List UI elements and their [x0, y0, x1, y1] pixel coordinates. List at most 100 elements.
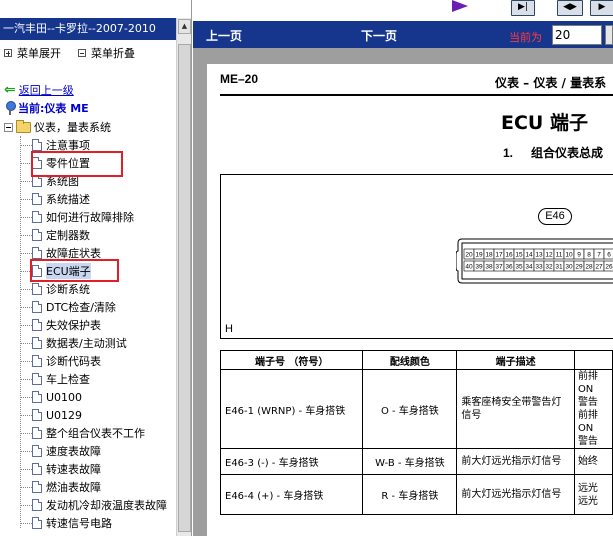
tree-item[interactable]: 车上检查: [20, 370, 90, 388]
first-page-icon[interactable]: ▶|: [511, 0, 535, 16]
section-title: 组合仪表总成: [531, 146, 604, 160]
connector-pin-label: 35: [515, 264, 523, 271]
tree-item-label: 系统描述: [46, 193, 90, 206]
tree-item-label: 转速信号电路: [46, 517, 112, 530]
next-page-button[interactable]: 下一页: [361, 27, 397, 44]
connector-pin-label: 40: [465, 264, 473, 271]
current-page-label: 当前为: [509, 31, 542, 44]
flag-icon[interactable]: [452, 0, 468, 12]
tree-item[interactable]: 失效保护表: [20, 316, 101, 334]
viewer-margin-left: [193, 48, 207, 536]
tree-item[interactable]: 系统描述: [20, 190, 90, 208]
tree-branch-line: [20, 198, 32, 200]
table-row: E46-3 (-) - 车身搭铁 W-B - 车身搭铁 前大灯远光指示灯信号 始终: [219, 448, 613, 475]
document-icon: [32, 355, 42, 367]
connector-pin-label: 38: [485, 264, 493, 271]
left-nav-pane: 一汽丰田--卡罗拉--2007-2010 菜单展开 菜单折叠 ⇐ 返回上一级 当…: [0, 0, 192, 536]
connector-pin-label: 33: [535, 264, 543, 271]
tree-item-label: 车上检查: [46, 373, 90, 386]
connector-pin-label: 20: [465, 252, 473, 259]
document-icon: [32, 319, 42, 331]
col-header-description: 端子描述: [456, 350, 575, 370]
tree-item[interactable]: 燃油表故障: [20, 478, 101, 496]
connector-pin-label: 34: [525, 264, 533, 271]
connector-pin-label: 36: [505, 264, 513, 271]
tree-branch-line: [20, 288, 32, 290]
table-header-row: 端子号 （符号） 配线颜色 端子描述: [219, 350, 613, 370]
connector-pin-label: 10: [565, 252, 573, 259]
scrollbar-thumb[interactable]: [178, 44, 191, 532]
tree-item[interactable]: 诊断代码表: [20, 352, 101, 370]
highlight-box-parts-location: [31, 151, 123, 177]
connector-label: E46: [538, 208, 572, 225]
prev-page-button[interactable]: 上一页: [206, 27, 242, 44]
diagram-mark: H: [225, 323, 233, 335]
tree-item[interactable]: 如何进行故障排除: [20, 208, 134, 226]
tree-item[interactable]: 诊断系统: [20, 280, 90, 298]
back-arrow-icon: ⇐: [4, 82, 16, 98]
connector-pin-label: 11: [556, 252, 563, 259]
scroll-up-button[interactable]: ▲: [178, 19, 191, 34]
tree-item[interactable]: 转速信号电路: [20, 514, 112, 532]
tree-branch-line: [20, 180, 32, 182]
prev-next-icon[interactable]: ◀▶: [557, 0, 583, 16]
tree-branch-line: [20, 486, 32, 488]
tree-item-label: 速度表故障: [46, 445, 101, 458]
last-page-icon[interactable]: ▶: [590, 0, 613, 16]
document-icon: [32, 139, 42, 151]
document-icon: [32, 373, 42, 385]
content-pane: ▶| ◀▶ ▶ 上一页 下一页 当前为 ME–20 仪表 – 仪表 / 量表系 …: [193, 0, 613, 536]
folder-open-icon: [16, 119, 31, 133]
location-pin-icon: [4, 101, 16, 115]
tree-item-label: DTC检查/清除: [46, 301, 116, 314]
connector-pin-label: 26: [605, 264, 613, 271]
condition-cell: 前排 ON 警告 前排 ON 警告: [573, 369, 613, 449]
page-number-input[interactable]: [552, 25, 602, 45]
tree-item[interactable]: 转速表故障: [20, 460, 101, 478]
connector-pin-label: 39: [475, 264, 483, 271]
tree-item[interactable]: 速度表故障: [20, 442, 101, 460]
expand-icon: [4, 49, 12, 57]
tree-branch-line: [20, 396, 32, 398]
section-number: 1.: [503, 146, 514, 160]
document-icon: [32, 481, 42, 493]
current-location-label: 当前:仪表 ME: [18, 102, 89, 115]
document-icon: [32, 499, 42, 511]
description-cell: 前大灯远光指示灯信号: [456, 448, 575, 475]
page-go-button[interactable]: [605, 25, 613, 45]
left-scrollbar[interactable]: ▲: [176, 18, 191, 536]
document-icon: [32, 445, 42, 457]
connector-pin-label: 29: [575, 264, 583, 271]
highlight-box-ecu-terminal: [30, 259, 119, 282]
connector-pin-label: 12: [545, 252, 553, 259]
page-title: ECU 端子: [501, 112, 588, 134]
table-row: E46-4 (+) - 车身搭铁 R - 车身搭铁 前大灯远光指示灯信号 远光 远光: [219, 474, 613, 515]
connector-pin-label: 27: [595, 264, 603, 271]
tree-item[interactable]: 发动机冷却液温度表故障: [20, 496, 167, 514]
connector-diagram: E46 201918171615141312111098765403938373…: [220, 174, 613, 339]
document-icon: [32, 427, 42, 439]
expand-menu-button[interactable]: 菜单展开: [4, 45, 61, 61]
tree-branch-line: [20, 504, 32, 506]
terminal-cell: E46-3 (-) - 车身搭铁: [219, 448, 364, 475]
connector-pin-label: 9: [577, 252, 581, 259]
tree-item-label: 燃油表故障: [46, 481, 101, 494]
tree-collapse-icon[interactable]: [4, 122, 13, 132]
tree-item[interactable]: 整个组合仪表不工作: [20, 424, 145, 442]
tree-item[interactable]: U0100: [20, 388, 82, 406]
condition-cell: 始终: [573, 448, 613, 475]
tree-item[interactable]: U0129: [20, 406, 82, 424]
page-chapter: 仪表 – 仪表 / 量表系: [495, 76, 607, 90]
connector-pin-label: 31: [555, 264, 563, 271]
connector-pin-label: 16: [505, 252, 513, 259]
document-icon: [32, 283, 42, 295]
tree-branch-line: [20, 522, 32, 524]
tree-folder[interactable]: 仪表，量表系统: [4, 119, 111, 135]
collapse-menu-button[interactable]: 菜单折叠: [78, 45, 135, 61]
tree-item[interactable]: 定制器数: [20, 226, 90, 244]
wire-color-cell: R - 车身搭铁: [362, 474, 458, 515]
tree-item[interactable]: 数据表/主动测试: [20, 334, 127, 352]
wire-color-cell: O - 车身搭铁: [362, 369, 458, 449]
back-link[interactable]: ⇐ 返回上一级: [4, 82, 74, 98]
tree-item[interactable]: DTC检查/清除: [20, 298, 116, 316]
